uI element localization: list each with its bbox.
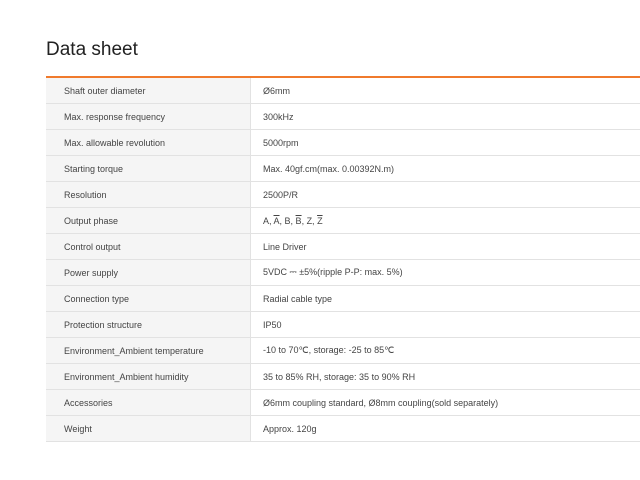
spec-value-weight: Approx. 120g (250, 415, 640, 442)
spec-label-connection-type: Connection type (46, 285, 251, 312)
spec-label-power-supply: Power supply (46, 259, 251, 286)
spec-value-control-output: Line Driver (250, 233, 640, 260)
spec-label-resolution: Resolution (46, 181, 251, 208)
table-row: Environment_Ambient humidity 35 to 85% R… (46, 363, 640, 390)
table-row: Max. allowable revolution 5000rpm (46, 129, 640, 156)
spec-value-max-response-frequency: 300kHz (250, 103, 640, 130)
spec-label-ambient-humidity: Environment_Ambient humidity (46, 363, 251, 390)
table-row: Control output Line Driver (46, 233, 640, 260)
spec-value-ambient-temperature: -10 to 70℃, storage: -25 to 85℃ (250, 337, 640, 364)
table-row: Starting torque Max. 40gf.cm(max. 0.0039… (46, 155, 640, 182)
spec-label-control-output: Control output (46, 233, 251, 260)
table-row: Connection type Radial cable type (46, 285, 640, 312)
table-row: Max. response frequency 300kHz (46, 103, 640, 130)
spec-label-output-phase: Output phase (46, 207, 251, 234)
spec-label-max-allowable-revolution: Max. allowable revolution (46, 129, 251, 156)
phase-part: A, (263, 215, 274, 226)
spec-table: Shaft outer diameter Ø6mm Max. response … (46, 78, 640, 442)
table-row: Shaft outer diameter Ø6mm (46, 78, 640, 104)
data-sheet-page: Data sheet Shaft outer diameter Ø6mm Max… (0, 0, 640, 480)
spec-label-shaft-outer-diameter: Shaft outer diameter (46, 78, 251, 104)
spec-value-resolution: 2500P/R (250, 181, 640, 208)
spec-value-max-allowable-revolution: 5000rpm (250, 129, 640, 156)
spec-value-starting-torque: Max. 40gf.cm(max. 0.00392N.m) (250, 155, 640, 182)
spec-value-protection-structure: IP50 (250, 311, 640, 338)
phase-part: , Z, (301, 215, 318, 226)
spec-label-protection-structure: Protection structure (46, 311, 251, 338)
spec-value-output-phase: A, A, B, B, Z, Z (250, 207, 640, 234)
table-row: Resolution 2500P/R (46, 181, 640, 208)
spec-label-max-response-frequency: Max. response frequency (46, 103, 251, 130)
spec-value-shaft-outer-diameter: Ø6mm (250, 78, 640, 104)
table-row: Power supply 5VDC ⎓ ±5%(ripple P-P: max.… (46, 259, 640, 286)
spec-value-power-supply: 5VDC ⎓ ±5%(ripple P-P: max. 5%) (250, 259, 640, 286)
spec-label-accessories: Accessories (46, 389, 251, 416)
table-row: Output phase A, A, B, B, Z, Z (46, 207, 640, 234)
spec-label-starting-torque: Starting torque (46, 155, 251, 182)
spec-label-ambient-temperature: Environment_Ambient temperature (46, 337, 251, 364)
table-row: Environment_Ambient temperature -10 to 7… (46, 337, 640, 364)
table-row: Protection structure IP50 (46, 311, 640, 338)
phase-part: , B, (279, 215, 296, 226)
spec-value-accessories: Ø6mm coupling standard, Ø8mm coupling(so… (250, 389, 640, 416)
table-row: Accessories Ø6mm coupling standard, Ø8mm… (46, 389, 640, 416)
spec-value-ambient-humidity: 35 to 85% RH, storage: 35 to 90% RH (250, 363, 640, 390)
table-row: Weight Approx. 120g (46, 415, 640, 442)
phase-z-bar: Z (317, 215, 323, 226)
spec-value-connection-type: Radial cable type (250, 285, 640, 312)
page-title: Data sheet (46, 39, 138, 60)
spec-label-weight: Weight (46, 415, 251, 442)
